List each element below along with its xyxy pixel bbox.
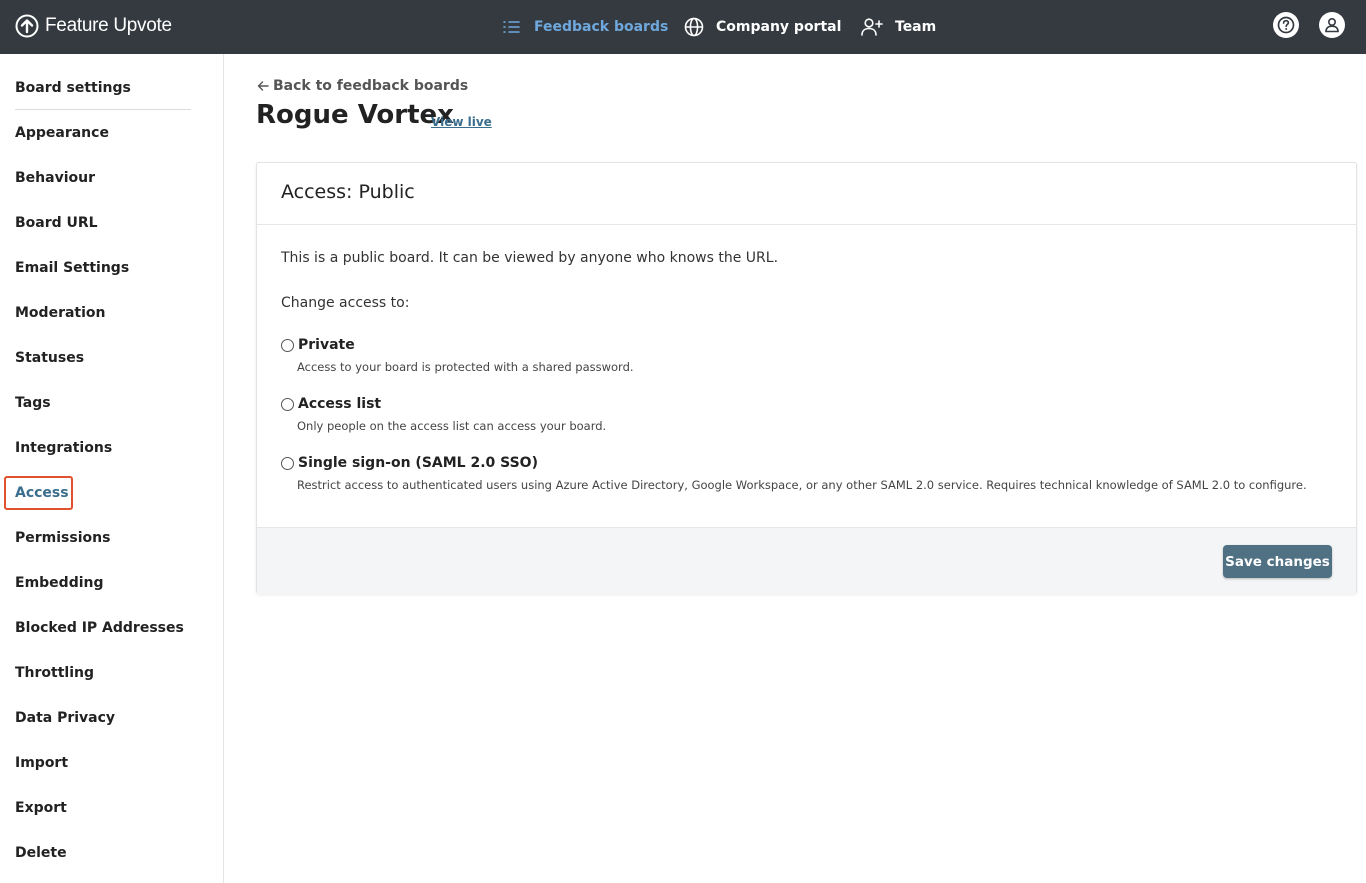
settings-sidebar: Board settings Appearance Behaviour Boar…: [0, 54, 224, 883]
add-user-icon: [861, 18, 883, 36]
nav-feedback-boards[interactable]: Feedback boards: [502, 0, 668, 54]
access-list-radio[interactable]: [281, 398, 294, 411]
nav-company-portal-label: Company portal: [716, 19, 842, 35]
nav-team[interactable]: Team: [860, 0, 936, 54]
sidebar-item-blocked-ip-addresses[interactable]: Blocked IP Addresses: [15, 619, 184, 637]
sso-radio[interactable]: [281, 457, 294, 470]
page-title: Rogue Vortex: [256, 100, 454, 130]
nav-feedback-boards-label: Feedback boards: [534, 19, 669, 35]
sidebar-item-board-settings[interactable]: Board settings: [15, 79, 131, 97]
private-help-text: Access to your board is protected with a…: [297, 360, 634, 374]
sidebar-item-moderation[interactable]: Moderation: [15, 304, 106, 322]
private-label[interactable]: Private: [298, 337, 355, 353]
help-button[interactable]: [1273, 12, 1299, 38]
sidebar-divider: [15, 109, 191, 110]
card-footer: Save changes: [257, 527, 1356, 594]
top-navigation-bar: Feature Upvote Feedback boards Company p…: [0, 0, 1366, 54]
sidebar-item-statuses[interactable]: Statuses: [15, 349, 84, 367]
access-settings-card: Access: Public This is a public board. I…: [256, 162, 1357, 594]
help-icon: [1277, 16, 1295, 34]
view-live-link[interactable]: View live: [431, 115, 492, 129]
nav-team-label: Team: [895, 19, 937, 35]
sidebar-item-import[interactable]: Import: [15, 754, 68, 772]
nav-company-portal[interactable]: Company portal: [683, 0, 841, 54]
sidebar-item-board-url[interactable]: Board URL: [15, 214, 98, 232]
sidebar-item-integrations[interactable]: Integrations: [15, 439, 112, 457]
sso-label[interactable]: Single sign-on (SAML 2.0 SSO): [298, 455, 538, 471]
card-header: Access: Public: [257, 163, 1356, 225]
change-access-label: Change access to:: [281, 295, 410, 311]
sidebar-item-tags[interactable]: Tags: [15, 394, 51, 412]
brand-logo[interactable]: Feature Upvote: [15, 12, 172, 40]
sidebar-item-behaviour[interactable]: Behaviour: [15, 169, 95, 187]
user-icon: [1325, 17, 1339, 33]
sidebar-item-delete[interactable]: Delete: [15, 844, 67, 862]
sidebar-item-access[interactable]: Access: [15, 484, 69, 502]
arrow-left-icon: [257, 81, 269, 91]
access-description: This is a public board. It can be viewed…: [281, 250, 779, 266]
sidebar-item-embedding[interactable]: Embedding: [15, 574, 104, 592]
sso-help-text: Restrict access to authenticated users u…: [297, 478, 1307, 492]
back-link-label: Back to feedback boards: [273, 78, 469, 94]
access-list-help-text: Only people on the access list can acces…: [297, 419, 607, 433]
access-list-label[interactable]: Access list: [298, 396, 381, 412]
list-icon: [503, 21, 520, 33]
account-button[interactable]: [1319, 12, 1345, 38]
card-title: Access: Public: [281, 181, 415, 203]
sidebar-item-data-privacy[interactable]: Data Privacy: [15, 709, 115, 727]
brand-name: Feature Upvote: [45, 15, 172, 36]
private-radio[interactable]: [281, 339, 294, 352]
upvote-logo-icon: [15, 14, 39, 38]
sidebar-item-email-settings[interactable]: Email Settings: [15, 259, 129, 277]
globe-icon: [684, 17, 704, 37]
sidebar-item-appearance[interactable]: Appearance: [15, 124, 109, 142]
save-changes-button[interactable]: Save changes: [1223, 545, 1332, 578]
back-to-feedback-boards-link[interactable]: Back to feedback boards: [257, 78, 468, 94]
sidebar-item-export[interactable]: Export: [15, 799, 67, 817]
sidebar-item-permissions[interactable]: Permissions: [15, 529, 110, 547]
sidebar-item-throttling[interactable]: Throttling: [15, 664, 94, 682]
